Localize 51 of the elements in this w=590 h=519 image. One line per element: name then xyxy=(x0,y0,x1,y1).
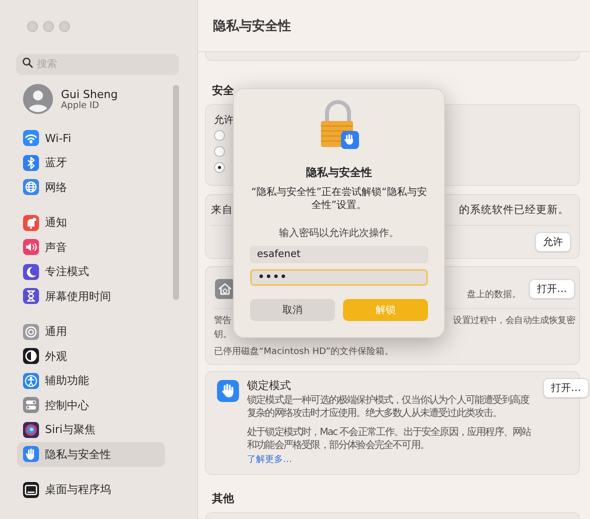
sidebar-item[interactable]: 屏幕使用时间 xyxy=(17,284,165,308)
section-title: 安全 xyxy=(212,83,235,98)
sidebar-item[interactable]: 网络 xyxy=(17,175,165,200)
account-name[interactable]: Gui Sheng xyxy=(61,88,118,100)
setting-title: 锁定模式 xyxy=(247,378,292,393)
radio-button[interactable] xyxy=(214,162,225,172)
open-button[interactable]: 打开… xyxy=(529,279,575,299)
window-title: 隐私与安全性 xyxy=(213,18,291,34)
sidebar-item[interactable]: 通用 xyxy=(17,320,165,344)
account-subtitle: Apple ID xyxy=(61,100,100,110)
dialog-title: 隐私与安全性 xyxy=(306,165,372,180)
scrollbar-thumb[interactable] xyxy=(173,85,179,300)
avatar-icon[interactable] xyxy=(23,84,53,114)
description-text: 处于锁定模式时，Mac 不会正常工作。出于安全原因，应用程序、网站和功能会严格受限，部分体验会完全不可用。 xyxy=(247,426,532,452)
sidebar-item[interactable]: 声音 xyxy=(17,235,165,260)
zoom-window-button[interactable] xyxy=(59,20,70,32)
warning-text: 设置过程中，会自动生成恢复密 xyxy=(453,314,575,327)
allow-button[interactable]: 允许 xyxy=(535,232,571,252)
setting-text: 盘上的数据。 xyxy=(467,288,521,302)
sidebar-item[interactable]: 专注模式 xyxy=(17,260,165,284)
section-title: 其他 xyxy=(212,491,235,506)
minimize-window-button[interactable] xyxy=(43,20,54,32)
cancel-button[interactable]: 取消 xyxy=(250,299,335,321)
sidebar-item[interactable]: 辅助功能 xyxy=(17,368,165,393)
description-text: 锁定模式是一种可选的极端保护模式，仅当你认为个人可能遭受到高度复杂的网络攻击时才应使用。绝大多数人从未遭受过此类攻击。 xyxy=(247,394,530,420)
open-button[interactable]: 打开… xyxy=(543,378,589,398)
sidebar-item[interactable]: 隐私与安全性 xyxy=(17,442,165,466)
radio-button[interactable] xyxy=(214,130,225,140)
hand-icon xyxy=(217,380,239,402)
username-field[interactable]: esafenet xyxy=(250,246,428,263)
learn-more-link[interactable]: 了解更多… xyxy=(247,453,533,466)
setting-text: 的系统软件已经更新。 xyxy=(459,203,569,217)
house-icon xyxy=(215,279,235,299)
sidebar-item[interactable]: Siri与聚焦 xyxy=(17,418,165,442)
password-field[interactable]: •••• xyxy=(250,269,428,286)
setting-text: 来自 xyxy=(211,203,233,217)
setting-label: 允许 xyxy=(214,114,235,127)
sidebar-item[interactable]: 蓝牙 xyxy=(17,150,165,175)
search-icon xyxy=(22,57,33,68)
dialog-message: “隐私与安全性”正在尝试解锁“隐私与安全性”设置。 xyxy=(250,186,428,212)
radio-button[interactable] xyxy=(214,146,225,156)
close-window-button[interactable] xyxy=(27,20,38,32)
warning-text: 警告 xyxy=(214,314,232,327)
warning-text: 钥。 xyxy=(214,329,233,341)
sidebar-item[interactable]: 桌面与程序坞 xyxy=(17,478,165,502)
sidebar-item[interactable]: Wi-Fi xyxy=(17,126,165,150)
sidebar-item[interactable]: 外观 xyxy=(17,344,165,368)
dialog-prompt: 输入密码以允许此次操作。 xyxy=(279,226,399,240)
sidebar-item[interactable]: 控制中心 xyxy=(17,393,165,418)
sidebar-item[interactable]: 通知 xyxy=(17,210,165,235)
status-text: 已停用磁盘“Macintosh HD”的文件保险箱。 xyxy=(214,346,395,358)
